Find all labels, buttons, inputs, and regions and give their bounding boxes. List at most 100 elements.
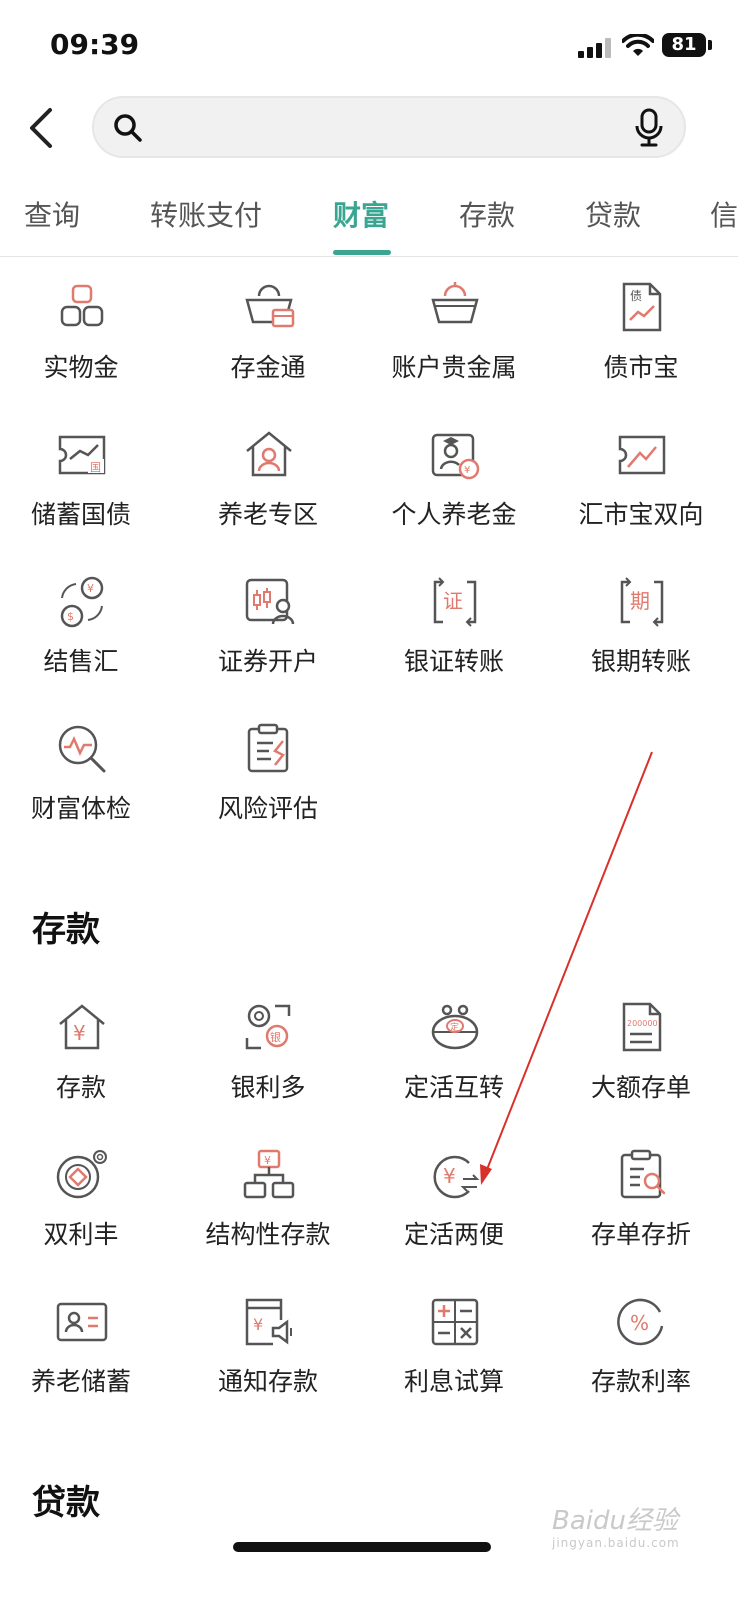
grid-item-label: 实物金	[43, 353, 119, 382]
certificate-passbook-icon	[620, 1149, 666, 1199]
grid-item-risk-assessment[interactable]: 风险评估	[175, 723, 361, 853]
grid-item-label: 存款利率	[590, 1367, 691, 1396]
grid-item-label: 个人养老金	[391, 500, 517, 529]
cellular-signal-icon	[578, 36, 612, 58]
currency-exchange-icon: ¥ $	[60, 576, 104, 628]
notice-deposit-icon: ¥	[245, 1298, 292, 1346]
grid-item-fixed-current-convenient[interactable]: ¥ 定活两便	[361, 1149, 547, 1279]
grid-item-label: 存单存折	[590, 1220, 691, 1249]
tab-loan[interactable]: 贷款	[585, 194, 641, 234]
status-bar: 09:39 81	[0, 0, 738, 90]
svg-text:¥: ¥	[464, 465, 470, 476]
bond-document-icon: 债	[622, 282, 662, 332]
grid-item-label: 结售汇	[43, 647, 119, 676]
search-input[interactable]	[156, 108, 620, 148]
baidu-watermark: Baidu经验 jingyan.baidu.com	[552, 1500, 702, 1570]
grid-item-label: 通知存款	[217, 1367, 318, 1396]
grid-item-deposit-rate[interactable]: % 存款利率	[548, 1296, 734, 1426]
grid-item-label: 风险评估	[217, 794, 318, 823]
back-button[interactable]	[20, 104, 64, 152]
tab-query[interactable]: 查询	[24, 194, 80, 234]
grid-item-savings-bond[interactable]: 国 储蓄国债	[0, 429, 174, 559]
pension-house-icon	[246, 431, 292, 477]
grid-item-securities-account[interactable]: 证券开户	[175, 576, 361, 706]
status-time: 09:39	[50, 28, 140, 61]
category-tabs: 查询 转账支付 财富 存款 贷款 信	[0, 176, 738, 257]
grid-item-fixed-current-transfer[interactable]: 定 定活互转	[361, 1002, 547, 1132]
tab-more[interactable]: 信	[710, 194, 738, 234]
grid-item-label: 大额存单	[590, 1073, 691, 1102]
personal-pension-icon: ¥	[431, 433, 480, 480]
grid-item-label: 银证转账	[403, 647, 504, 676]
active-tab-indicator	[333, 250, 391, 255]
grid-item-deposit[interactable]: ¥ 存款	[0, 1002, 174, 1132]
grid-item-shuanglifeng[interactable]: 双利丰	[0, 1149, 174, 1279]
grid-item-label: 定活两便	[403, 1220, 504, 1249]
microphone-icon[interactable]	[634, 108, 664, 148]
grid-item-interest-calculator[interactable]: 利息试算	[361, 1296, 547, 1426]
tab-wealth[interactable]: 财富	[333, 194, 389, 234]
savings-bond-icon: 国	[58, 435, 106, 475]
grid-item-label: 存金通	[230, 353, 306, 382]
grid-item-label: 存款	[55, 1073, 106, 1102]
svg-text:定: 定	[450, 1021, 459, 1033]
section-title-loan: 贷款	[32, 1483, 100, 1523]
grid-item-yinliduo[interactable]: 银 银利多	[175, 1002, 361, 1132]
grid-item-label: 银期转账	[590, 647, 691, 676]
grid-item-fx-settlement[interactable]: ¥ $ 结售汇	[0, 576, 174, 706]
svg-text:200000: 200000	[627, 1019, 658, 1028]
grid-item-structured-deposit[interactable]: ¥ 结构性存款	[175, 1149, 361, 1279]
grid-item-certificate-passbook[interactable]: 存单存折	[548, 1149, 734, 1279]
pension-savings-icon	[56, 1302, 108, 1342]
bank-securities-transfer-icon: 证	[433, 577, 477, 627]
grid-item-bank-futures-transfer[interactable]: 期 银期转账	[548, 576, 734, 706]
grid-item-bank-securities-transfer[interactable]: 证 银证转账	[361, 576, 547, 706]
wealth-checkup-icon	[58, 725, 106, 773]
grid-item-pension-savings[interactable]: 养老储蓄	[0, 1296, 174, 1426]
securities-account-icon	[245, 578, 295, 625]
grid-item-notice-deposit[interactable]: ¥ 通知存款	[175, 1296, 361, 1426]
svg-text:¥: ¥	[264, 1154, 271, 1167]
gold-bars-icon	[60, 284, 104, 327]
svg-text:$: $	[67, 610, 74, 623]
search-bar[interactable]	[92, 96, 686, 158]
fixed-current-convenient-icon: ¥	[433, 1155, 480, 1199]
search-icon	[114, 114, 142, 142]
svg-text:证: 证	[443, 589, 463, 613]
battery-cap	[708, 40, 712, 50]
grid-item-label: 养老储蓄	[30, 1367, 131, 1396]
grid-item-personal-pension[interactable]: ¥ 个人养老金	[361, 429, 547, 559]
home-indicator[interactable]	[233, 1542, 491, 1552]
wifi-icon	[622, 34, 654, 56]
svg-text:¥: ¥	[73, 1021, 86, 1045]
grid-item-label: 汇市宝双向	[578, 500, 704, 529]
grid-item-gold-savings[interactable]: 存金通	[175, 282, 361, 412]
grid-item-wealth-checkup[interactable]: 财富体检	[0, 723, 174, 853]
grid-item-precious-metal[interactable]: 账户贵金属	[361, 282, 547, 412]
yinliduo-icon: 银	[245, 1004, 291, 1050]
grid-item-label: 养老专区	[217, 500, 318, 529]
grid-item-pension-zone[interactable]: 养老专区	[175, 429, 361, 559]
deposit-rate-icon: %	[617, 1298, 664, 1346]
grid-item-physical-gold[interactable]: 实物金	[0, 282, 174, 412]
tab-deposit[interactable]: 存款	[459, 194, 515, 234]
shuanglifeng-coin-icon	[56, 1150, 107, 1199]
grid-item-forex-two-way[interactable]: 汇市宝双向	[548, 429, 734, 559]
grid-item-label: 债市宝	[603, 353, 679, 382]
section-title-deposit: 存款	[32, 910, 100, 950]
grid-item-label: 双利丰	[43, 1220, 119, 1249]
grid-item-label: 结构性存款	[205, 1220, 331, 1249]
svg-text:银: 银	[270, 1030, 281, 1044]
precious-metal-icon	[431, 282, 479, 324]
grid-item-large-deposit[interactable]: 200000 大额存单	[548, 1002, 734, 1132]
gold-savings-icon	[245, 284, 295, 328]
large-deposit-certificate-icon: 200000	[622, 1002, 662, 1052]
svg-text:¥: ¥	[87, 582, 94, 595]
grid-item-bond-market[interactable]: 债 债市宝	[548, 282, 734, 412]
svg-text:国: 国	[90, 461, 101, 474]
tab-transfer-payment[interactable]: 转账支付	[150, 194, 262, 234]
svg-text:期: 期	[630, 589, 650, 613]
svg-text:%: %	[630, 1311, 649, 1335]
watermark-subtext: jingyan.baidu.com	[552, 1536, 680, 1550]
svg-text:债: 债	[630, 289, 642, 303]
